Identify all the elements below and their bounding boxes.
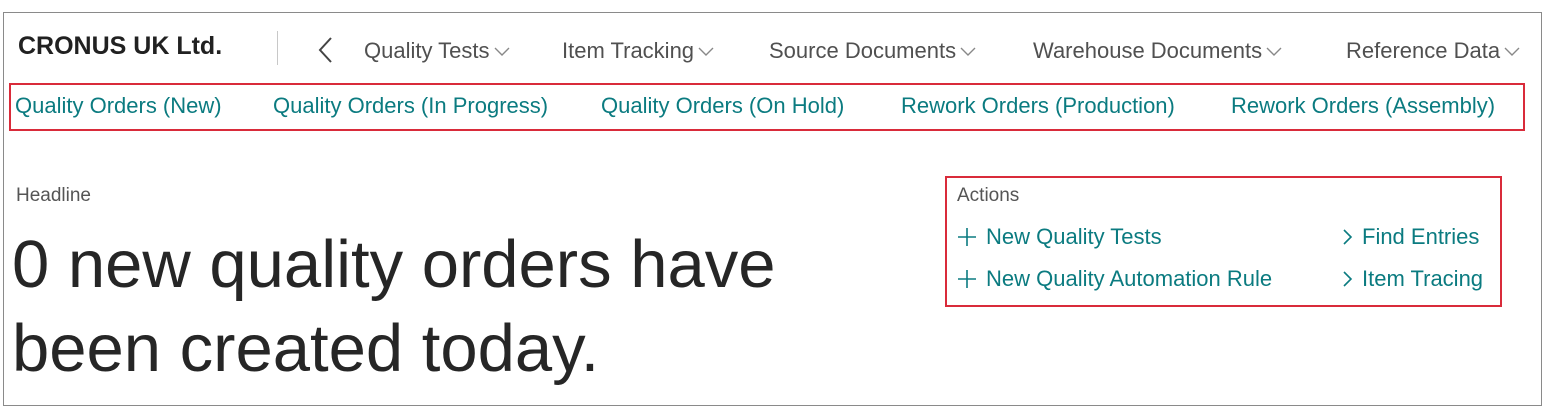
chevron-right-icon: [1343, 229, 1353, 245]
nav-link-rework-orders-production[interactable]: Rework Orders (Production): [901, 93, 1175, 119]
plus-icon: [958, 228, 976, 246]
action-label: New Quality Tests: [986, 224, 1162, 249]
item-tracing-action[interactable]: Item Tracing: [1340, 266, 1483, 292]
menu-quality-tests[interactable]: Quality Tests: [364, 38, 510, 64]
menu-label: Quality Tests: [364, 38, 490, 63]
nav-link-rework-orders-assembly[interactable]: Rework Orders (Assembly): [1231, 93, 1495, 119]
nav-link-quality-orders-in-progress[interactable]: Quality Orders (In Progress): [273, 93, 548, 119]
chevron-down-icon: [698, 47, 714, 56]
chevron-down-icon: [494, 47, 510, 56]
chevron-down-icon: [1266, 47, 1282, 56]
menu-label: Warehouse Documents: [1033, 38, 1263, 63]
headline-label: Headline: [16, 185, 91, 206]
action-label: Item Tracing: [1362, 266, 1484, 291]
back-button[interactable]: [314, 35, 338, 65]
menu-reference-data[interactable]: Reference Data: [1346, 38, 1520, 64]
nav-link-quality-orders-on-hold[interactable]: Quality Orders (On Hold): [601, 93, 844, 119]
menu-warehouse-documents[interactable]: Warehouse Documents: [1033, 38, 1282, 64]
company-name[interactable]: CRONUS UK Ltd.: [18, 32, 222, 61]
find-entries-action[interactable]: Find Entries: [1340, 224, 1479, 250]
menu-label: Item Tracking: [562, 38, 695, 63]
header-divider: [277, 31, 278, 65]
menu-item-tracking[interactable]: Item Tracking: [562, 38, 714, 64]
chevron-left-icon: [318, 37, 332, 63]
chevron-down-icon: [960, 47, 976, 56]
menu-source-documents[interactable]: Source Documents: [769, 38, 976, 64]
menu-label: Reference Data: [1346, 38, 1501, 63]
menu-label: Source Documents: [769, 38, 957, 63]
chevron-down-icon: [1504, 47, 1520, 56]
chevron-right-icon: [1343, 271, 1353, 287]
new-quality-tests-action[interactable]: New Quality Tests: [956, 224, 1162, 250]
actions-label: Actions: [957, 185, 1020, 206]
action-label: Find Entries: [1362, 224, 1480, 249]
new-quality-automation-rule-action[interactable]: New Quality Automation Rule: [956, 266, 1272, 292]
plus-icon: [958, 270, 976, 288]
headline-text: 0 new quality orders have been created t…: [12, 227, 776, 386]
nav-link-quality-orders-new[interactable]: Quality Orders (New): [15, 93, 222, 119]
action-label: New Quality Automation Rule: [986, 266, 1273, 291]
